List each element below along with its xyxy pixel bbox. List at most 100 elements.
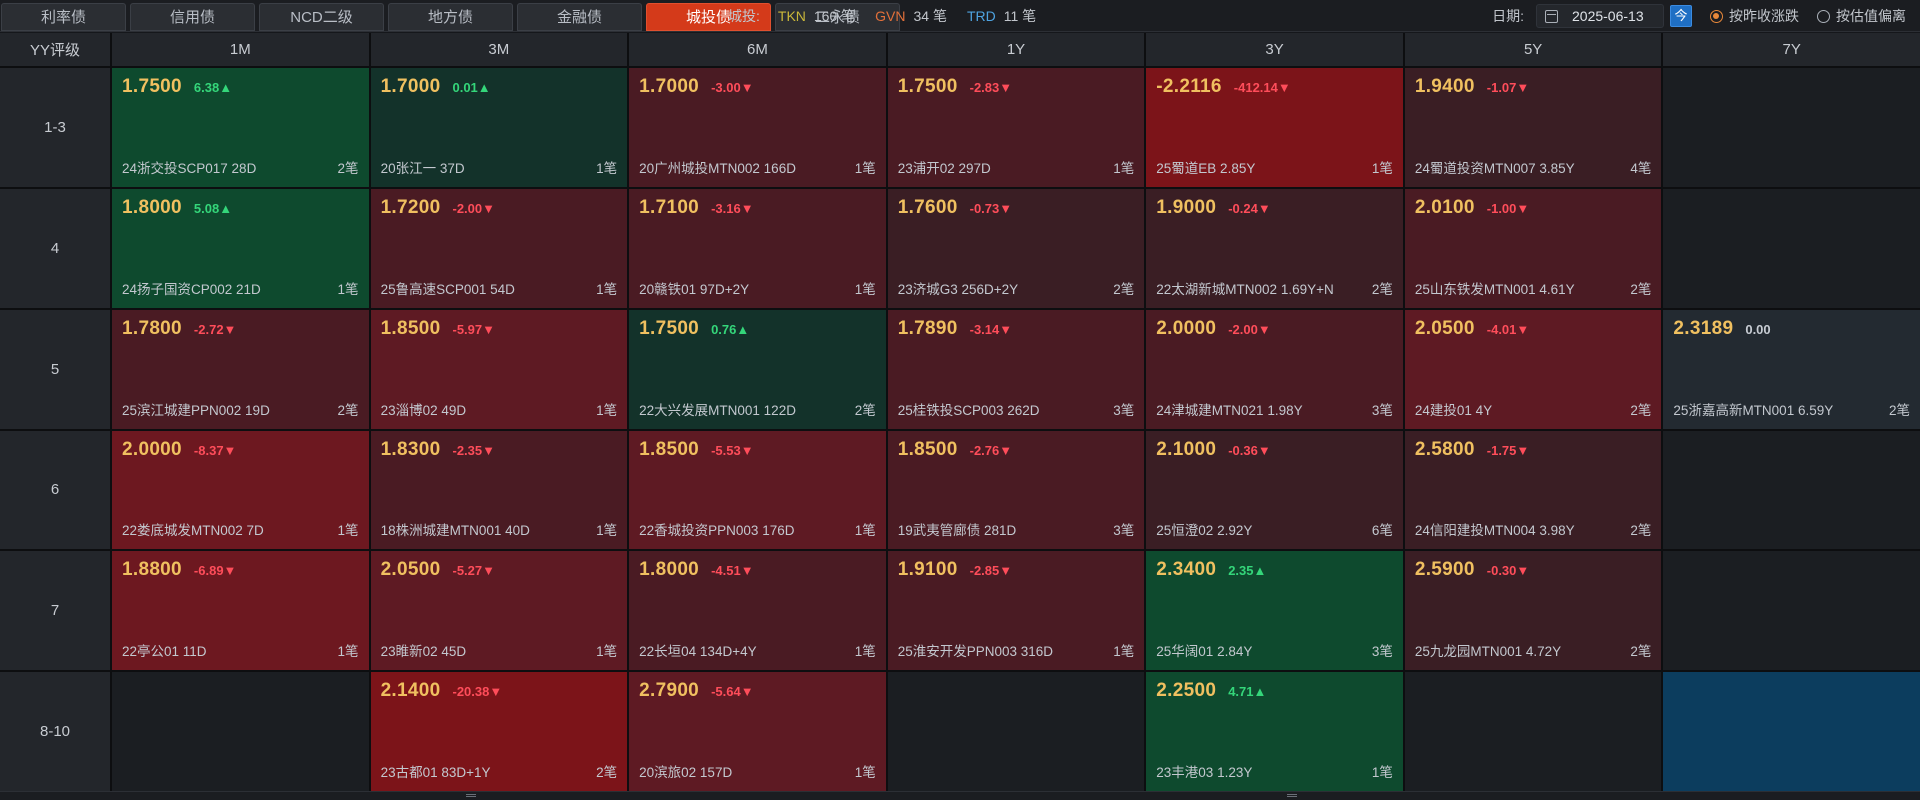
quote-top: 1.8500 -2.76▼ — [898, 439, 1135, 461]
calendar-icon[interactable] — [1545, 9, 1558, 23]
trade-count: 2笔 — [1630, 523, 1652, 539]
empty-cell[interactable] — [1663, 188, 1920, 308]
quote-cell[interactable]: 2.1000 -0.36▼ 25恒澄02 2.92Y 6笔 — [1146, 430, 1403, 550]
quote-cell[interactable]: 1.8500 -5.97▼ 23淄博02 49D 1笔 — [370, 309, 628, 429]
tab-0[interactable]: 利率债 — [1, 3, 126, 31]
radio-icon[interactable] — [1710, 9, 1723, 23]
quote-cell[interactable]: 1.8300 -2.35▼ 18株洲城建MTN001 40D 1笔 — [370, 430, 628, 550]
quote-cell[interactable]: 2.3400 2.35▲ 25华阔01 2.84Y 3笔 — [1146, 551, 1403, 671]
quote-cell[interactable]: 1.7000 -3.00▼ 20广州城投MTN002 166D 1笔 — [629, 68, 886, 187]
quote-cell[interactable]: 2.2500 4.71▲ 23丰港03 1.23Y 1笔 — [1146, 672, 1403, 791]
quote-cell[interactable]: 1.8500 -2.76▼ 19武夷管廊债 281D 3笔 — [887, 430, 1145, 550]
change-value: -3.16▼ — [711, 200, 754, 216]
radio-icon[interactable] — [1817, 9, 1830, 23]
corner-header: YY评级 — [0, 33, 110, 66]
grip-icon[interactable] — [466, 794, 476, 797]
quote-top: -2.2116 -412.14▼ — [1156, 76, 1393, 98]
quote-top: 1.8300 -2.35▼ — [381, 439, 618, 461]
quote-bottom: 20赣铁01 97D+2Y 1笔 — [639, 278, 876, 298]
change-value: -2.35▼ — [452, 442, 495, 458]
date-picker[interactable]: 2025-06-13 — [1536, 4, 1664, 28]
quote-cell[interactable]: 2.7900 -5.64▼ 20滨旅02 157D 1笔 — [629, 672, 886, 791]
change-value: -2.83▼ — [969, 80, 1013, 95]
option-valuation[interactable]: 按估值偏离 — [1817, 6, 1906, 26]
change-value: -6.89▼ — [193, 563, 237, 579]
quote-cell[interactable]: 1.7000 0.01▲ 20张江一 37D 1笔 — [370, 68, 628, 187]
tab-4[interactable]: 金融债 — [517, 3, 642, 31]
change-value: -1.00▼ — [1486, 200, 1530, 216]
column-header[interactable]: 7Y — [1663, 33, 1920, 66]
column-header[interactable]: 1M — [112, 33, 369, 66]
quote-bottom: 24扬子国资CP002 21D 1笔 — [122, 278, 359, 298]
quote-cell[interactable]: 2.3189 0.00 25浙嘉高新MTN001 6.59Y 2笔 — [1663, 309, 1920, 429]
quote-top: 2.1000 -0.36▼ — [1156, 439, 1393, 461]
yield-value: 1.8500 — [897, 438, 958, 460]
quote-top: 2.0500 -4.01▼ — [1415, 318, 1652, 340]
bond-name: 20广州城投MTN002 166D — [639, 160, 796, 176]
quote-cell[interactable]: 1.7500 6.38▲ 24浙交投SCP017 28D 2笔 — [112, 68, 369, 187]
tab-2[interactable]: NCD二级 — [259, 3, 384, 31]
quote-cell[interactable]: 2.1400 -20.38▼ 23古都01 83D+1Y 2笔 — [370, 672, 628, 791]
yield-value: 2.5900 — [1414, 559, 1475, 581]
selected-empty-cell[interactable] — [1663, 672, 1920, 791]
quote-cell[interactable]: 1.7100 -3.16▼ 20赣铁01 97D+2Y 1笔 — [629, 188, 886, 308]
column-header[interactable]: 5Y — [1404, 33, 1662, 66]
empty-cell[interactable] — [1663, 551, 1920, 671]
quote-top: 1.8000 -4.51▼ — [639, 559, 876, 581]
quote-cell[interactable]: 2.5900 -0.30▼ 25九龙园MTN001 4.72Y 2笔 — [1404, 551, 1662, 671]
grip-icon[interactable] — [1287, 794, 1297, 797]
quote-cell[interactable]: 1.7500 0.76▲ 22大兴发展MTN001 122D 2笔 — [629, 309, 886, 429]
tab-1[interactable]: 信用债 — [130, 3, 255, 31]
quote-cell[interactable]: 2.0500 -5.27▼ 23睢新02 45D 1笔 — [370, 551, 628, 671]
quote-cell[interactable]: 1.8800 -6.89▼ 22亭公01 11D 1笔 — [112, 551, 369, 671]
yield-value: 1.7500 — [639, 317, 700, 339]
quote-cell[interactable]: 2.0500 -4.01▼ 24建投01 4Y 2笔 — [1404, 309, 1662, 429]
change-value: -20.38▼ — [452, 684, 503, 700]
quote-cell[interactable]: 1.7800 -2.72▼ 25滨江城建PPN002 19D 2笔 — [112, 309, 369, 429]
quote-cell[interactable]: 1.7890 -3.14▼ 25桂铁投SCP003 262D 3笔 — [887, 309, 1145, 429]
empty-cell[interactable] — [1663, 430, 1920, 550]
quote-cell[interactable]: 1.8500 -5.53▼ 22香城投资PPN003 176D 1笔 — [629, 430, 886, 550]
quote-cell[interactable]: -2.2116 -412.14▼ 25蜀道EB 2.85Y 1笔 — [1146, 68, 1403, 187]
quote-cell[interactable]: 2.0000 -2.00▼ 24津城建MTN021 1.98Y 3笔 — [1146, 309, 1403, 429]
quote-cell[interactable]: 1.7600 -0.73▼ 23济城G3 256D+2Y 2笔 — [887, 188, 1145, 308]
yield-value: 1.8000 — [639, 559, 700, 581]
yield-value: 2.5800 — [1414, 438, 1475, 460]
bond-name: 25桂铁投SCP003 262D — [897, 402, 1040, 418]
bond-name: 25华阔01 2.84Y — [1156, 644, 1253, 660]
quote-cell[interactable]: 2.0000 -8.37▼ 22娄底城发MTN002 7D 1笔 — [112, 430, 369, 550]
empty-cell[interactable] — [887, 672, 1145, 791]
quote-top: 1.8500 -5.53▼ — [639, 439, 876, 461]
resize-bar[interactable] — [0, 791, 1920, 800]
toolbar: 利率债 信用债 NCD二级 地方债 金融债 城投债 二永债 城投: TKN 160 笔 GV… — [0, 0, 1920, 32]
trade-count: 1笔 — [854, 160, 876, 176]
column-header[interactable]: 1Y — [887, 33, 1145, 66]
empty-cell[interactable] — [1404, 672, 1662, 791]
change-value: -2.00▼ — [1228, 321, 1271, 337]
bond-name: 23古都01 83D+1Y — [380, 765, 491, 780]
row-header: 8-10 — [0, 672, 110, 791]
trade-count: 2笔 — [1630, 402, 1652, 418]
empty-cell[interactable] — [112, 672, 369, 791]
quote-cell[interactable]: 1.9400 -1.07▼ 24蜀道投资MTN007 3.85Y 4笔 — [1404, 68, 1662, 187]
quote-cell[interactable]: 1.9100 -2.85▼ 25淮安开发PPN003 316D 1笔 — [887, 551, 1145, 671]
quote-cell[interactable]: 2.0100 -1.00▼ 25山东铁发MTN001 4.61Y 2笔 — [1404, 188, 1662, 308]
tab-3[interactable]: 地方债 — [388, 3, 513, 31]
column-header[interactable]: 6M — [629, 33, 886, 66]
quote-bottom: 22大兴发展MTN001 122D 2笔 — [639, 399, 876, 419]
quote-cell[interactable]: 1.8000 5.08▲ 24扬子国资CP002 21D 1笔 — [112, 188, 369, 308]
quote-cell[interactable]: 1.7500 -2.83▼ 23浦开02 297D 1笔 — [887, 68, 1145, 187]
column-header[interactable]: 3Y — [1146, 33, 1403, 66]
quote-cell[interactable]: 2.5800 -1.75▼ 24信阳建投MTN004 3.98Y 2笔 — [1404, 430, 1662, 550]
quote-bottom: 23丰港03 1.23Y 1笔 — [1156, 761, 1393, 781]
bond-name: 23浦开02 297D — [897, 160, 991, 176]
column-header[interactable]: 3M — [370, 33, 628, 66]
today-button[interactable]: 今 — [1670, 5, 1692, 27]
change-value: -0.30▼ — [1486, 563, 1530, 579]
empty-cell[interactable] — [1663, 68, 1920, 187]
quote-cell[interactable]: 1.9000 -0.24▼ 22太湖新城MTN002 1.69Y+N 2笔 — [1146, 188, 1403, 308]
yield-value: 1.8800 — [122, 559, 182, 581]
quote-cell[interactable]: 1.7200 -2.00▼ 25鲁高速SCP001 54D 1笔 — [370, 188, 628, 308]
option-prev-close[interactable]: 按昨收涨跌 — [1710, 6, 1799, 26]
quote-cell[interactable]: 1.8000 -4.51▼ 22长垣04 134D+4Y 1笔 — [629, 551, 886, 671]
